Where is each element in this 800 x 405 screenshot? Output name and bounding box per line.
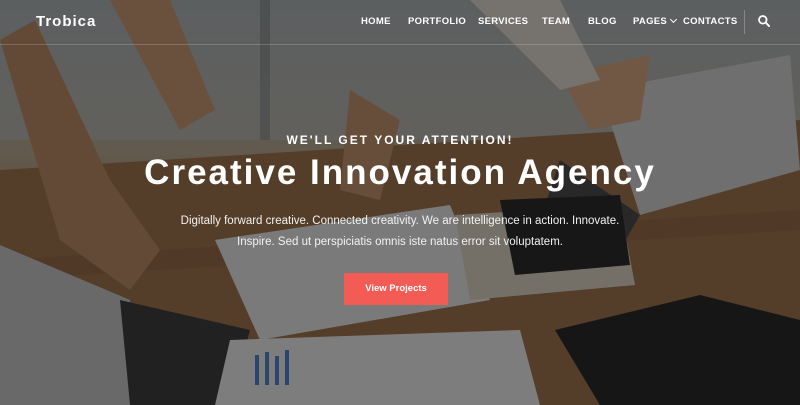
nav-item-home[interactable]: HOME xyxy=(361,16,391,27)
nav-item-portfolio[interactable]: PORTFOLIO xyxy=(408,16,466,27)
nav-item-contacts[interactable]: CONTACTS xyxy=(683,16,737,27)
dark-overlay xyxy=(0,0,800,405)
view-projects-button[interactable]: View Projects xyxy=(344,273,448,305)
nav-divider xyxy=(744,10,745,34)
hero-kicker: WE'LL GET YOUR ATTENTION! xyxy=(286,133,514,147)
navbar: Trobica HOME PORTFOLIO SERVICES TEAM BLO… xyxy=(0,0,800,45)
chevron-down-icon xyxy=(670,15,678,24)
search-icon xyxy=(758,15,770,27)
nav-item-team[interactable]: TEAM xyxy=(542,16,570,27)
hero-description-line-2: Inspire. Sed ut perspiciatis omnis iste … xyxy=(237,236,563,248)
nav-item-services[interactable]: SERVICES xyxy=(478,16,528,27)
hero-description-line-1: Digitally forward creative. Connected cr… xyxy=(180,215,620,227)
search-button[interactable] xyxy=(757,14,771,28)
hero-title: Creative Innovation Agency xyxy=(144,153,656,192)
nav-menu: HOME PORTFOLIO SERVICES TEAM BLOG PAGES … xyxy=(0,15,800,30)
nav-item-pages[interactable]: PAGES xyxy=(633,15,678,27)
nav-item-blog[interactable]: BLOG xyxy=(588,16,617,27)
nav-item-pages-label: PAGES xyxy=(633,16,668,27)
hero-description: Digitally forward creative. Connected cr… xyxy=(180,211,620,253)
hero-background xyxy=(0,0,800,405)
